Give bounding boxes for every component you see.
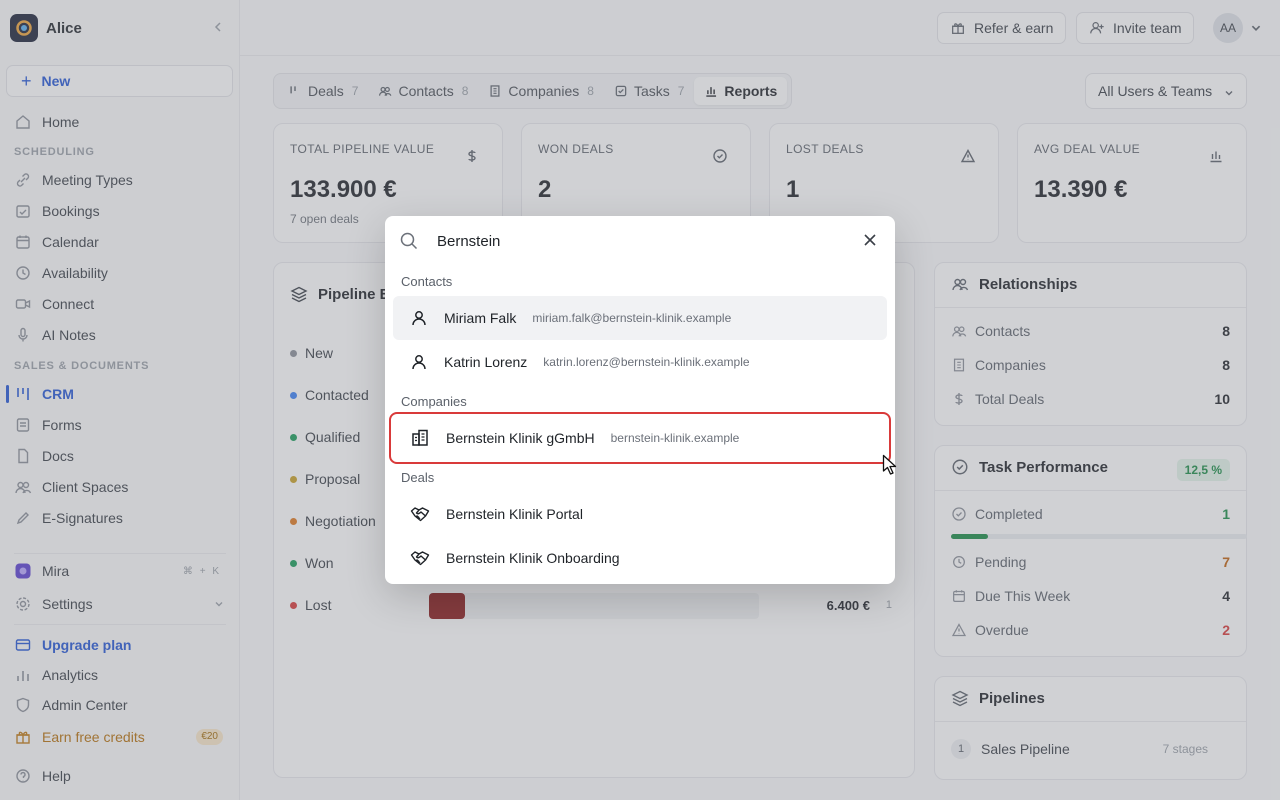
- handshake-icon: [410, 551, 430, 566]
- result-title: Katrin Lorenz: [444, 354, 528, 370]
- group-label-companies: Companies: [401, 394, 467, 409]
- group-label-deals: Deals: [401, 470, 435, 485]
- result-deal[interactable]: Bernstein Klinik Onboarding: [393, 536, 887, 580]
- search-dialog: Contacts Miriam Falk miriam.falk@bernste…: [385, 216, 895, 584]
- result-title: Bernstein Klinik Portal: [446, 506, 583, 522]
- search-input[interactable]: [437, 230, 837, 252]
- mouse-cursor-icon: [882, 454, 898, 476]
- result-contact[interactable]: Katrin Lorenz katrin.lorenz@bernstein-kl…: [393, 340, 887, 384]
- result-title: Bernstein Klinik Onboarding: [446, 550, 620, 566]
- building-icon: [412, 429, 428, 446]
- group-label-contacts: Contacts: [401, 274, 453, 289]
- result-subtitle: bernstein-klinik.example: [610, 431, 740, 445]
- search-bar: [385, 216, 895, 266]
- result-subtitle: miriam.falk@bernstein-klinik.example: [532, 311, 732, 325]
- result-subtitle: katrin.lorenz@bernstein-klinik.example: [543, 355, 750, 369]
- result-title: Bernstein Klinik gGmbH: [446, 430, 595, 446]
- search-icon: [399, 231, 419, 251]
- result-title: Miriam Falk: [444, 310, 517, 326]
- user-icon: [412, 311, 426, 326]
- close-icon[interactable]: [863, 233, 877, 247]
- user-icon: [412, 355, 426, 370]
- result-company[interactable]: Bernstein Klinik gGmbH bernstein-klinik.…: [389, 412, 891, 464]
- result-contact[interactable]: Miriam Falk miriam.falk@bernstein-klinik…: [393, 296, 887, 340]
- result-deal[interactable]: Bernstein Klinik Portal: [393, 492, 887, 536]
- handshake-icon: [410, 507, 430, 522]
